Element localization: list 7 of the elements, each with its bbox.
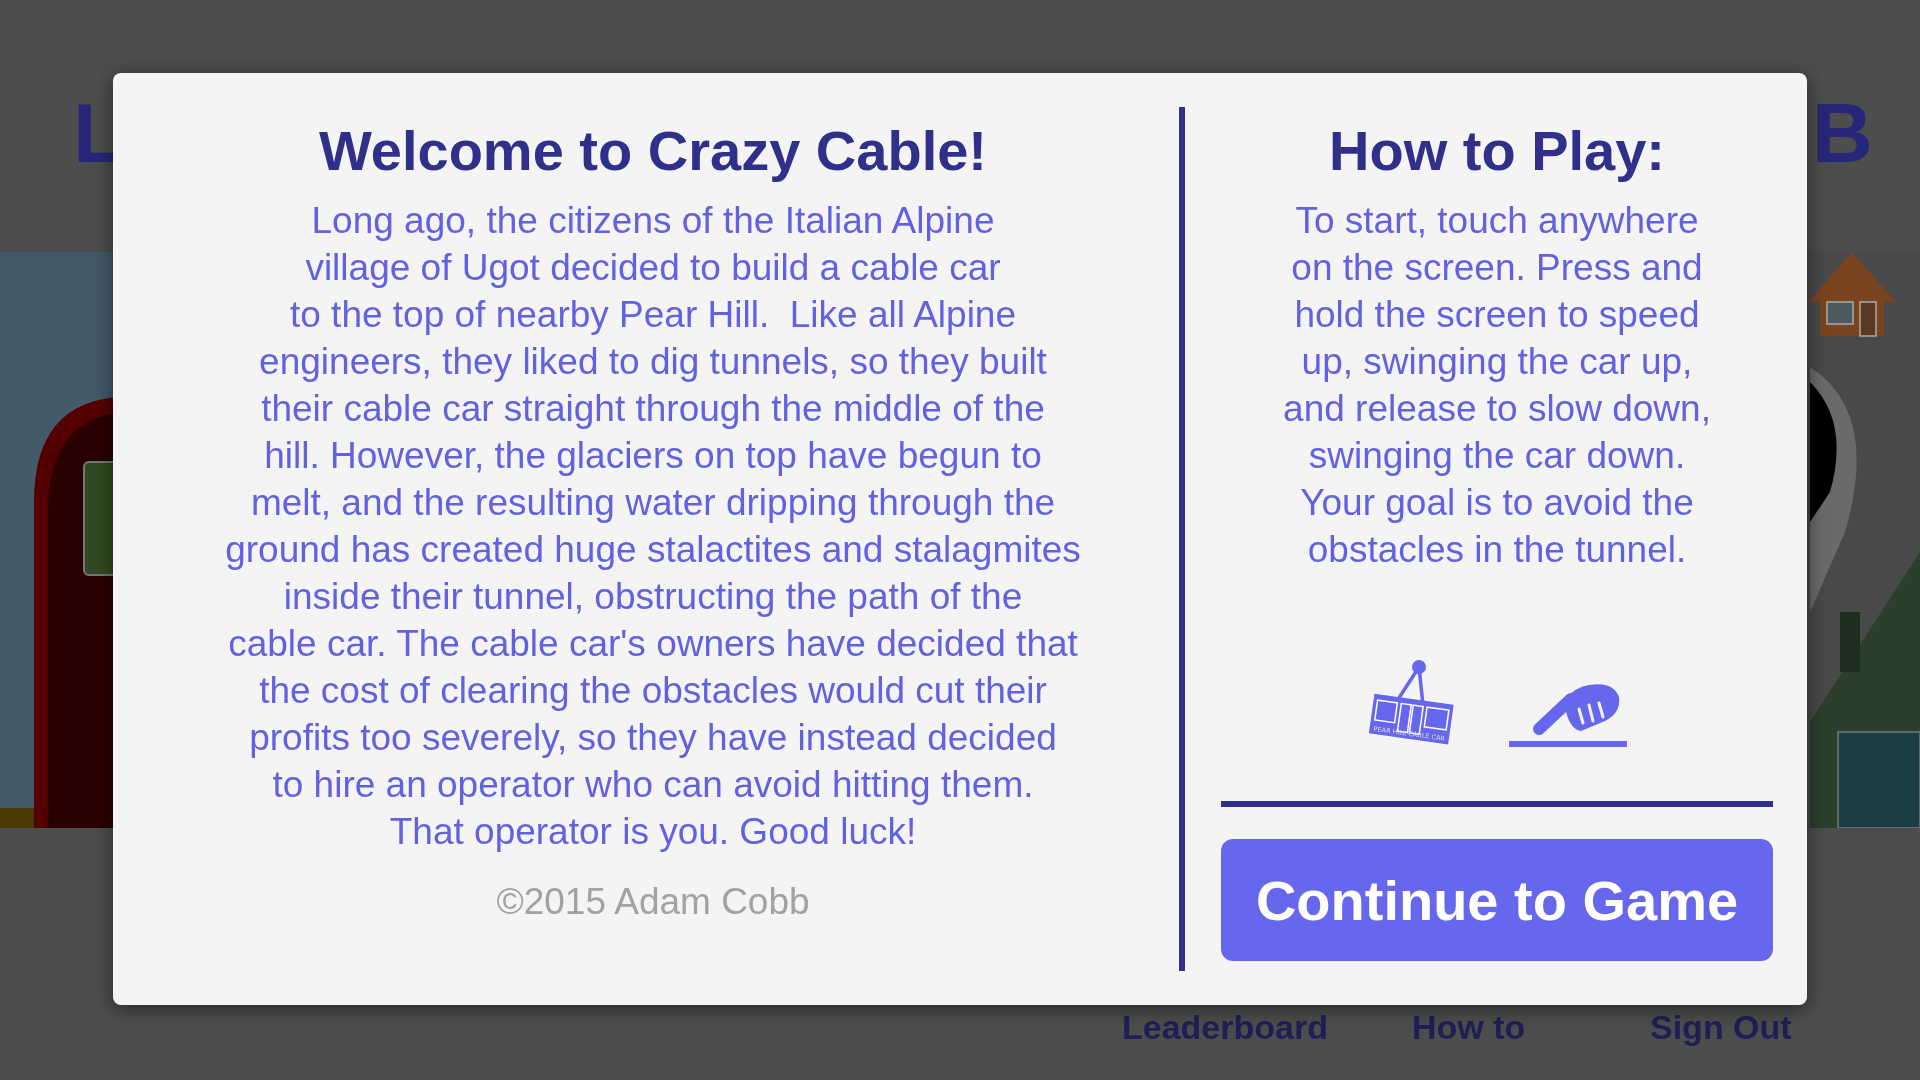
house-icon [1808, 252, 1896, 337]
story-text: Long ago, the citizens of the Italian Alpine village of Ugot decided to build a cable car to the top of nearby Pear Hill. Like all Alpine engineers, they liked to dig tunnels, so they built their cable car straight through the middle of the hill. However, the glaciers on top have begun to melt, and the resulting water dripping through the ground has created huge stalactites and stalagmites inside their tunnel, obstructing the path of the cable car. The cable car's owners have decided that the cost of clearing the obstacles would cut their profits too severely, so they have instead decided to hire an operator who can avoid hitting them. That operator is you. Good luck! [225, 199, 1081, 854]
copyright-text: ©2015 Adam Cobb [496, 881, 810, 923]
section-title: How to Play: [1329, 118, 1665, 184]
instructions-text: To start, touch anywhere on the screen. Press and hold the screen to speed up, swinging the car up, and release to slow down, swinging the car down. Your goal is to avoid the obstacles in the tunnel. [1283, 199, 1711, 572]
dialog-title: Welcome to Crazy Cable! [318, 118, 987, 184]
continue-button[interactable]: Continue to Game [1221, 839, 1773, 961]
